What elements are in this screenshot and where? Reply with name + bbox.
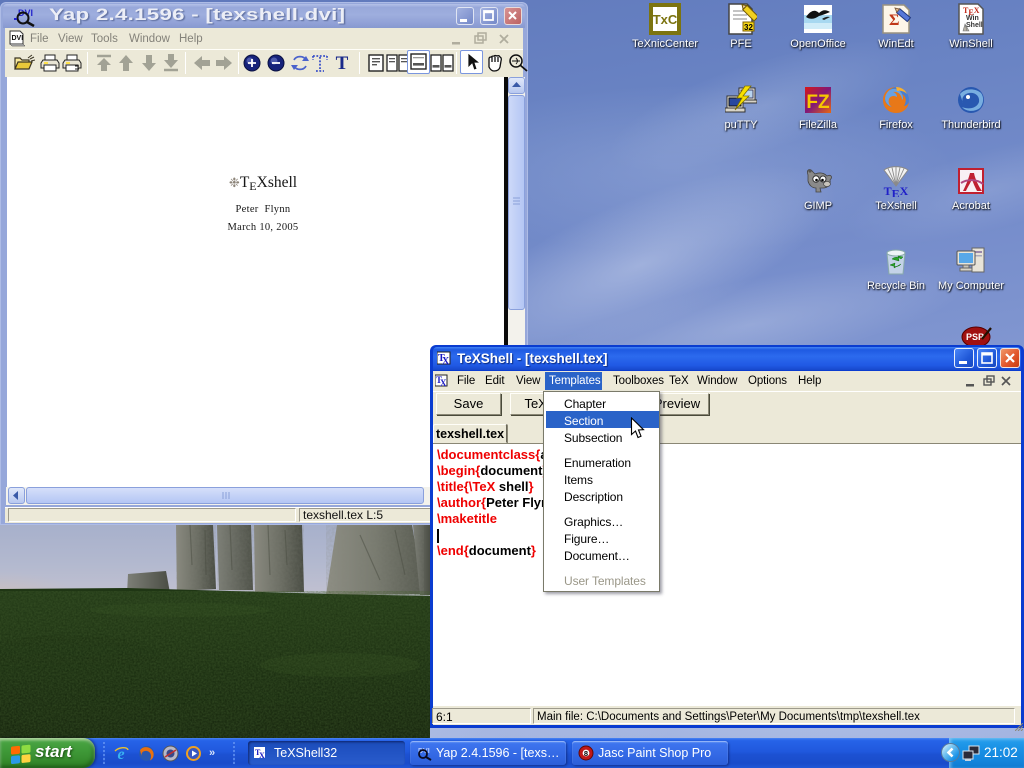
svg-text:TxC: TxC [653, 12, 678, 27]
svg-text:X: X [440, 378, 447, 388]
svg-text:PSP: PSP [966, 332, 984, 342]
svg-text:TEX: TEX [884, 184, 909, 197]
svg-text:X: X [442, 356, 450, 367]
svg-text:8: 8 [584, 749, 588, 758]
svg-text:FZ: FZ [806, 92, 830, 113]
svg-text:Win: Win [966, 15, 979, 22]
svg-text:Shell: Shell [966, 22, 983, 29]
svg-text:32: 32 [744, 23, 753, 32]
svg-text:DVI: DVI [12, 35, 24, 42]
svg-text:Σ: Σ [889, 12, 899, 29]
svg-text:X: X [259, 751, 265, 760]
svg-text:T: T [336, 53, 349, 74]
